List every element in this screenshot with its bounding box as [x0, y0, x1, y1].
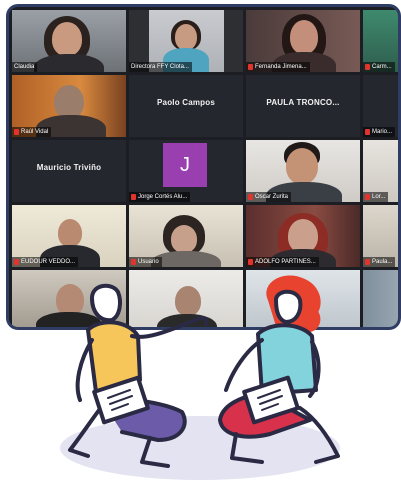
mic-off-icon: [248, 259, 253, 265]
participant-tile[interactable]: Fernanda Jimena...: [246, 10, 360, 72]
participant-name: Jorge Cortés Alu...: [129, 192, 191, 202]
participant-tile[interactable]: Lor...: [363, 140, 398, 202]
mic-off-icon: [248, 64, 253, 70]
participant-name: ADOLFO PARTINES...: [246, 257, 319, 267]
participant-tile[interactable]: Mauricio Triviño: [12, 140, 126, 202]
participant-name: Directora FFY Clota...: [129, 62, 192, 72]
participant-tile[interactable]: [363, 270, 398, 327]
video-call-window: Claudia Directora FFY Clota... Fernanda …: [6, 4, 401, 330]
participant-tile[interactable]: ADOLFO PARTINES...: [246, 205, 360, 267]
participant-tile[interactable]: Claudia: [12, 10, 126, 72]
participant-tile[interactable]: Paolo Campos: [129, 75, 243, 137]
participant-tile[interactable]: J Jorge Cortés Alu...: [129, 140, 243, 202]
avatar: J: [163, 143, 207, 187]
participant-name: EUDOUR VEDDO...: [12, 257, 79, 267]
mic-off-icon: [365, 64, 370, 70]
participant-name: Fernanda Jimena...: [246, 62, 310, 72]
floor-cushion: [60, 416, 340, 480]
mic-off-icon: [248, 194, 253, 200]
participant-tile[interactable]: Paula...: [363, 205, 398, 267]
participant-tile[interactable]: [12, 270, 126, 327]
mic-off-icon: [131, 259, 136, 265]
participant-name: Claudia: [12, 62, 38, 72]
mic-off-icon: [131, 194, 136, 200]
participant-tile[interactable]: Raúl Vidal: [12, 75, 126, 137]
participant-tile[interactable]: [246, 270, 360, 327]
participant-tile[interactable]: [129, 270, 243, 327]
participant-display-name: PAULA TRONCO...: [266, 98, 340, 107]
participant-display-name: Mauricio Triviño: [36, 163, 102, 172]
participant-name: Oscar Zurita: [246, 192, 292, 202]
participant-name: Carm...: [363, 62, 395, 72]
participant-tile[interactable]: Usuario: [129, 205, 243, 267]
mic-off-icon: [14, 129, 19, 135]
participant-tile[interactable]: Mario...: [363, 75, 398, 137]
participant-name: Paula...: [363, 257, 396, 267]
participant-name: Raúl Vidal: [12, 127, 52, 137]
mic-off-icon: [365, 129, 370, 135]
participant-name: Lor...: [363, 192, 389, 202]
participant-name: Mario...: [363, 127, 396, 137]
participant-tile[interactable]: PAULA TRONCO...: [246, 75, 360, 137]
mic-off-icon: [14, 259, 19, 265]
participant-display-name: Paolo Campos: [157, 98, 215, 107]
participant-tile[interactable]: Oscar Zurita: [246, 140, 360, 202]
participant-name: Usuario: [129, 257, 162, 267]
participant-tile[interactable]: EUDOUR VEDDO...: [12, 205, 126, 267]
mic-off-icon: [365, 259, 370, 265]
participant-tile[interactable]: Carm...: [363, 10, 398, 72]
participant-tile-active-speaker[interactable]: Directora FFY Clota...: [129, 10, 243, 72]
mic-off-icon: [365, 194, 370, 200]
